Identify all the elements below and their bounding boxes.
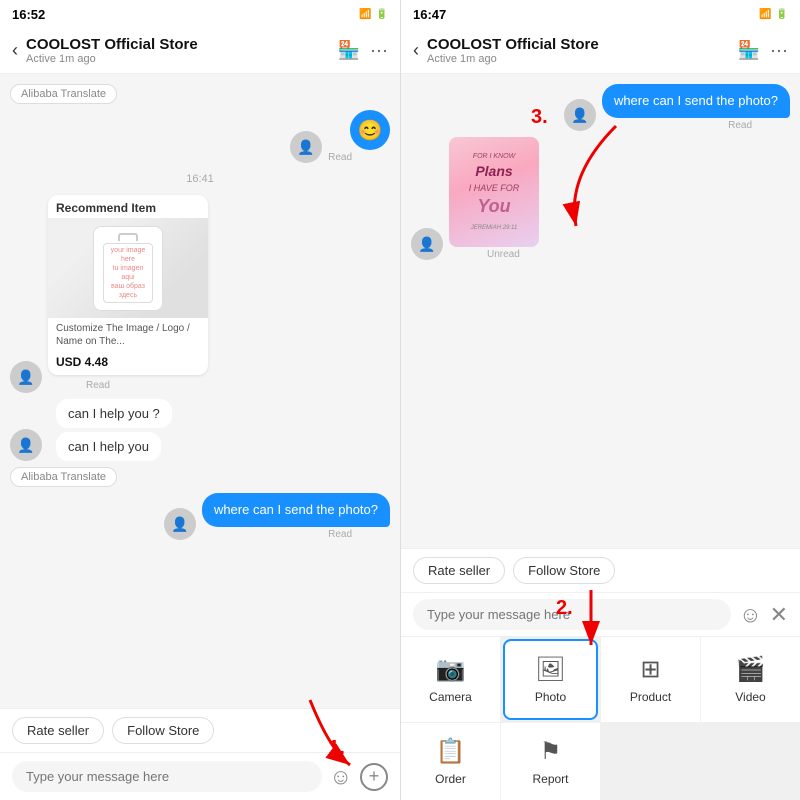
video-grid-item[interactable]: 🎬 Video: [701, 637, 800, 722]
header-icons-right: 🏪 ···: [738, 40, 788, 61]
emoji-bubble: 😊: [350, 110, 390, 150]
avatar-received-right: 👤: [411, 228, 443, 260]
shop-icon-right[interactable]: 🏪: [738, 40, 760, 61]
rate-seller-button-left[interactable]: Rate seller: [12, 717, 104, 744]
chat-body-left: Alibaba Translate 😊 Read 👤 16:41 👤 Recom…: [0, 74, 400, 708]
time-left: 16:52: [12, 7, 45, 22]
report-icon: ⚑: [540, 737, 562, 766]
video-icon: 🎬: [736, 655, 766, 684]
emoji-icon-right[interactable]: ☺: [739, 602, 761, 628]
read-label-3: Read: [328, 529, 390, 540]
close-icon-right[interactable]: ✕: [770, 602, 788, 628]
bag-illustration: your image heretu imagen aquiваш образзд…: [93, 226, 163, 311]
status-icons-right: 📶🔋: [759, 9, 788, 20]
report-label: Report: [532, 772, 568, 786]
camera-grid-item[interactable]: 📷 Camera: [401, 637, 500, 722]
system-messages: can I help you ? can I help you: [56, 399, 172, 461]
back-button-right[interactable]: ‹: [413, 40, 419, 61]
sent-msg-row-1: where can I send the photo? Read 👤: [10, 493, 390, 540]
bag-strap: [118, 233, 138, 241]
chat-header-right: ‹ COOLOST Official Store Active 1m ago 🏪…: [401, 28, 800, 74]
header-title-left: COOLOST Official Store Active 1m ago: [26, 36, 330, 65]
red-arrow-1: [300, 690, 370, 780]
read-label-right: Read: [728, 120, 790, 131]
shop-icon-left[interactable]: 🏪: [338, 40, 360, 61]
product-text-overlay: FOR I KNOW Plans I HAVE FOR You JEREMIAH…: [469, 152, 520, 232]
card-image: your image heretu imagen aquiваш образзд…: [48, 218, 208, 318]
avatar-sent-2: 👤: [164, 508, 196, 540]
product-label: Product: [630, 690, 671, 704]
timestamp-1: 16:41: [10, 173, 390, 185]
card-price: USD 4.48: [48, 352, 208, 375]
red-arrow-3: [546, 116, 636, 246]
recommend-card: Recommend Item your image heretu imagen …: [48, 195, 208, 375]
sent-bubble-1: where can I send the photo?: [202, 493, 390, 527]
product-icon: ⊞: [640, 655, 660, 684]
more-icon-left[interactable]: ···: [370, 40, 388, 61]
sent-bubble-right: where can I send the photo?: [602, 84, 790, 118]
emoji-msg-row: 😊 Read 👤: [10, 110, 390, 163]
system-msg-row: 👤 can I help you ? can I help you: [10, 399, 390, 461]
camera-label: Camera: [429, 690, 472, 704]
product-image-card: FOR I KNOW Plans I HAVE FOR You JEREMIAH…: [449, 137, 539, 247]
follow-store-button-left[interactable]: Follow Store: [112, 717, 214, 744]
header-title-right: COOLOST Official Store Active 1m ago: [427, 36, 730, 65]
avatar-received-2: 👤: [10, 429, 42, 461]
red-arrow-2: [561, 580, 621, 660]
store-name-left: COOLOST Official Store: [26, 36, 330, 53]
read-label-2: Read: [48, 380, 110, 391]
status-icons-left: 📶🔋: [359, 9, 388, 20]
report-grid-item[interactable]: ⚑ Report: [501, 723, 600, 800]
active-status-right: Active 1m ago: [427, 53, 730, 65]
left-panel: 16:52 📶🔋 ‹ COOLOST Official Store Active…: [0, 0, 400, 800]
camera-icon: 📷: [436, 655, 466, 684]
bag-body: your image heretu imagen aquiваш образзд…: [103, 243, 153, 303]
time-right: 16:47: [413, 7, 446, 22]
card-desc: Customize The Image / Logo / Name on The…: [48, 318, 208, 352]
bag-text: your image heretu imagen aquiваш образзд…: [108, 246, 148, 301]
translate-badge-2[interactable]: Alibaba Translate: [10, 467, 117, 487]
avatar-received-1: 👤: [10, 361, 42, 393]
rate-seller-button-right[interactable]: Rate seller: [413, 557, 505, 584]
status-bar-right: 16:47 📶🔋: [401, 0, 800, 28]
system-msg-1: can I help you ?: [56, 399, 172, 428]
order-grid-item[interactable]: 📋 Order: [401, 723, 500, 800]
active-status-left: Active 1m ago: [26, 53, 330, 65]
store-name-right: COOLOST Official Store: [427, 36, 730, 53]
back-button-left[interactable]: ‹: [12, 40, 18, 61]
chat-body-right: where can I send the photo? Read 👤 👤 FOR…: [401, 74, 800, 548]
video-label: Video: [735, 690, 765, 704]
card-title: Recommend Item: [48, 195, 208, 218]
translate-badge-1[interactable]: Alibaba Translate: [10, 84, 117, 104]
chat-input-left[interactable]: [12, 761, 322, 792]
bottom-panel-right: Rate seller Follow Store ☺ ✕ 📷 Camera 🖼 …: [401, 548, 800, 800]
read-label-1: Read: [328, 152, 390, 163]
photo-label: Photo: [535, 690, 566, 704]
system-msg-2: can I help you: [56, 432, 161, 461]
more-icon-right[interactable]: ···: [770, 40, 788, 61]
header-icons-left: 🏪 ···: [338, 40, 388, 61]
chat-header-left: ‹ COOLOST Official Store Active 1m ago 🏪…: [0, 28, 400, 74]
product-image-inner: FOR I KNOW Plans I HAVE FOR You JEREMIAH…: [454, 142, 534, 242]
recommend-row: 👤 Recommend Item your image heretu image…: [10, 195, 390, 393]
unread-label-right: Unread: [449, 249, 539, 260]
status-bar-left: 16:52 📶🔋: [0, 0, 400, 28]
right-panel: 16:47 📶🔋 ‹ COOLOST Official Store Active…: [400, 0, 800, 800]
order-label: Order: [435, 772, 466, 786]
order-icon: 📋: [436, 737, 466, 766]
avatar-sent-1: 👤: [290, 131, 322, 163]
grid-actions-right: 📷 Camera 🖼 Photo ⊞ Product 🎬 Video 📋 Ord…: [401, 636, 800, 800]
